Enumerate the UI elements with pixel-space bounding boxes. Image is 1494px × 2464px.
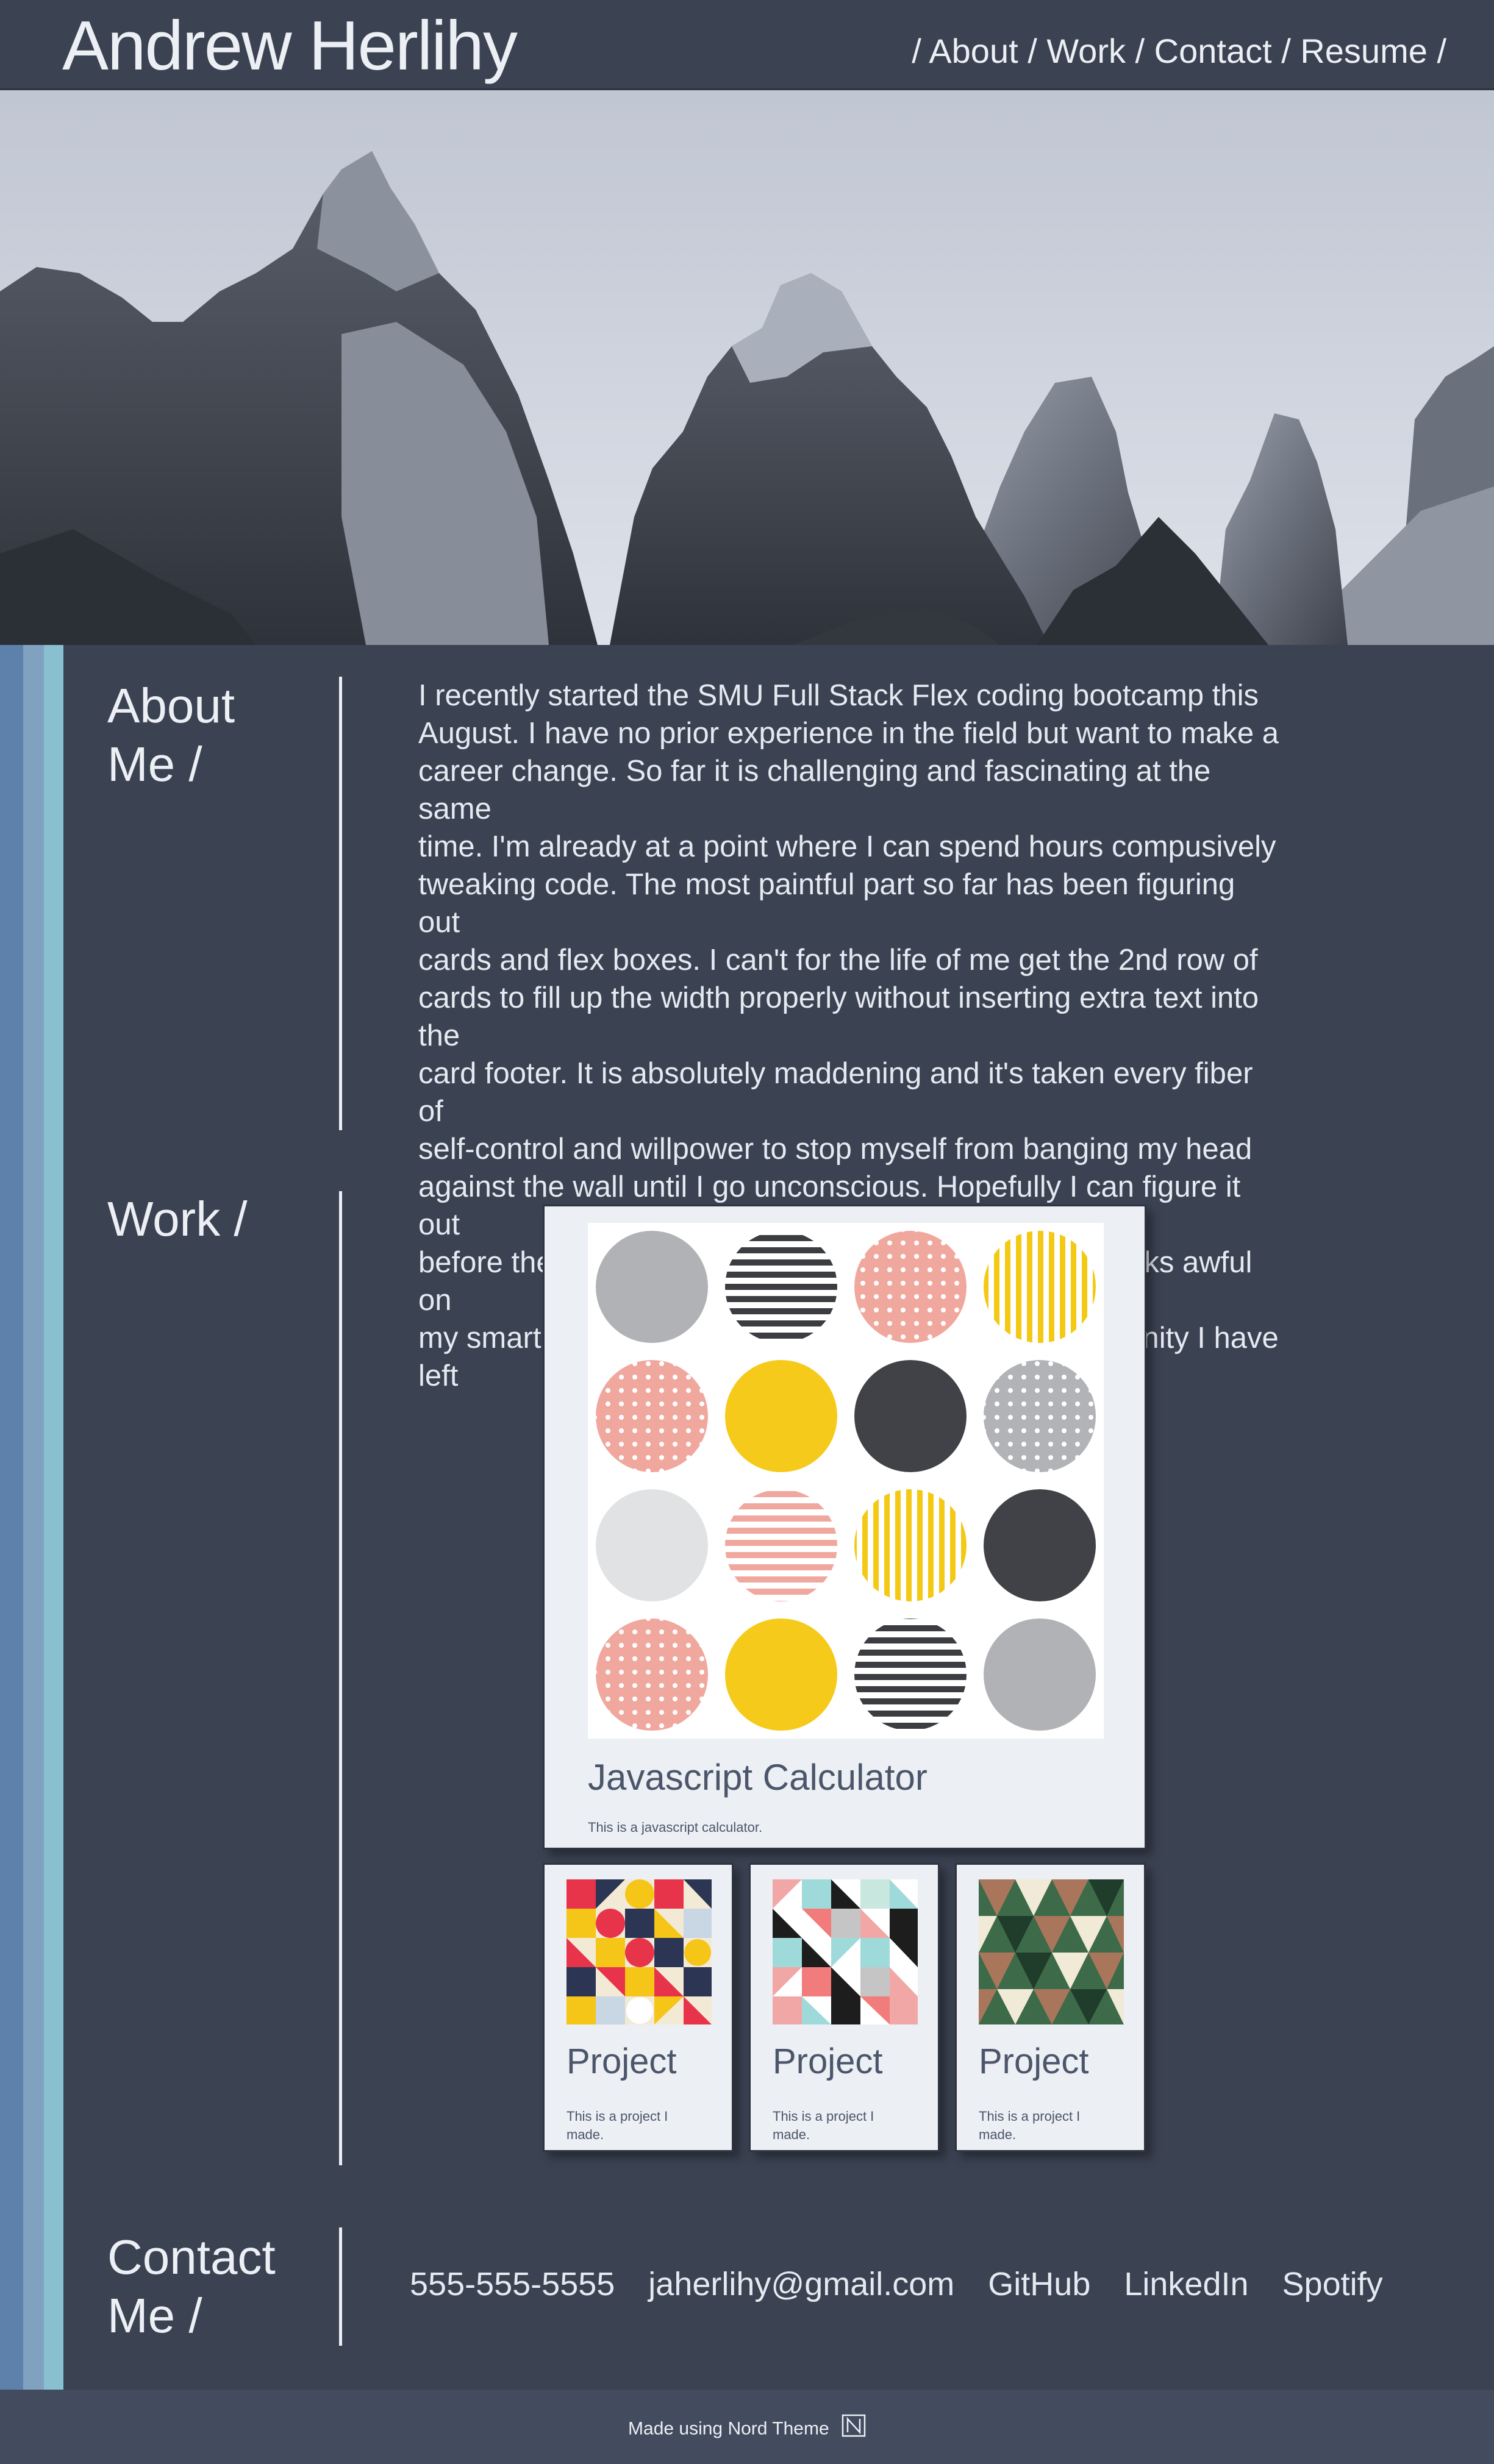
nav-separator: / xyxy=(1028,32,1037,70)
contact-links: 555-555-5555 jaherlihy@gmail.com GitHub … xyxy=(410,2257,1383,2312)
about-title-line1: About xyxy=(107,678,235,733)
card-text: This is a javascript calculator. xyxy=(588,1820,763,1835)
phone-link[interactable]: 555-555-5555 xyxy=(410,2257,615,2312)
card-text-line: made. xyxy=(979,2127,1017,2142)
decorative-stripes xyxy=(0,645,63,2390)
stripe-light-blue xyxy=(23,645,44,2390)
stripe-teal xyxy=(44,645,63,2390)
about-line: time. I'm already at a point where I can… xyxy=(418,830,1276,863)
work-section-title: Work / xyxy=(107,1192,248,1246)
hero-mountain-image xyxy=(0,90,1494,645)
card-title[interactable]: Project xyxy=(773,2040,883,2083)
about-line: August. I have no prior experience in th… xyxy=(418,717,1279,750)
nord-logo-icon[interactable] xyxy=(842,2414,866,2445)
about-line: cards to fill up the width properly with… xyxy=(418,981,1259,1052)
card-text-line: made. xyxy=(567,2127,604,2142)
email-link[interactable]: jaherlihy@gmail.com xyxy=(648,2257,954,2312)
geometric-pattern-image xyxy=(567,1879,712,2024)
github-link[interactable]: GitHub xyxy=(988,2257,1090,2312)
nav-contact-link[interactable]: Contact xyxy=(1154,32,1272,70)
contact-section-title: Contact Me / xyxy=(107,2228,321,2345)
linkedin-link[interactable]: LinkedIn xyxy=(1124,2257,1248,2312)
site-footer: Made using Nord Theme xyxy=(0,2390,1494,2464)
card-text-line: This is a project I xyxy=(773,2109,874,2124)
footer-credit: Made using Nord Theme xyxy=(0,2414,1494,2445)
card-text: This is a project I made. xyxy=(979,2107,1080,2144)
about-line: card footer. It is absolutely maddening … xyxy=(418,1057,1253,1128)
project-card-2[interactable]: Project This is a project I made. xyxy=(749,1863,940,2152)
card-title[interactable]: Javascript Calculator xyxy=(588,1755,927,1800)
card-text-line: made. xyxy=(773,2127,810,2142)
main-nav: / About / Work / Contact / Resume / xyxy=(912,27,1446,76)
card-text-line: This is a project I xyxy=(979,2109,1081,2124)
about-title-line2: Me / xyxy=(107,737,202,791)
nav-separator: / xyxy=(1135,32,1145,70)
nav-resume-link[interactable]: Resume xyxy=(1300,32,1428,70)
about-line: I recently started the SMU Full Stack Fl… xyxy=(418,679,1259,712)
site-title[interactable]: Andrew Herlihy xyxy=(62,4,518,89)
card-text: This is a project I made. xyxy=(567,2107,668,2144)
geometric-pattern-image xyxy=(979,1879,1124,2024)
about-line: career change. So far it is challenging … xyxy=(418,755,1211,825)
card-text-line: This is a project I xyxy=(567,2109,668,2124)
project-card-3[interactable]: Project This is a project I made. xyxy=(955,1863,1146,2152)
work-divider xyxy=(339,1191,342,2165)
stripe-blue xyxy=(0,645,23,2390)
card-text: This is a project I made. xyxy=(773,2107,874,2144)
spotify-link[interactable]: Spotify xyxy=(1282,2257,1383,2312)
nav-about-link[interactable]: About xyxy=(929,32,1018,70)
footer-text: Made using Nord Theme xyxy=(628,2418,829,2439)
about-divider xyxy=(339,677,342,1130)
about-line: tweaking code. The most paintful part so… xyxy=(418,868,1235,939)
contact-divider xyxy=(339,2227,342,2346)
about-line: cards and flex boxes. I can't for the li… xyxy=(418,944,1258,977)
about-line: self-control and willpower to stop mysel… xyxy=(418,1133,1253,1166)
circles-pattern-image xyxy=(588,1223,1104,1739)
site-header: Andrew Herlihy / About / Work / Contact … xyxy=(0,0,1494,90)
nav-separator: / xyxy=(1437,32,1446,70)
project-card-calculator[interactable]: Javascript Calculator This is a javascri… xyxy=(543,1205,1146,1850)
card-title[interactable]: Project xyxy=(979,2040,1089,2083)
project-card-1[interactable]: Project This is a project I made. xyxy=(543,1863,734,2152)
nord-logo-svg xyxy=(842,2414,866,2437)
card-title[interactable]: Project xyxy=(567,2040,677,2083)
about-section-title: About Me / xyxy=(107,677,321,794)
mountain-illustration xyxy=(0,90,1494,645)
contact-title-line1: Contact xyxy=(107,2230,276,2284)
nav-separator: / xyxy=(1281,32,1291,70)
contact-title-line2: Me / xyxy=(107,2288,202,2343)
geometric-pattern-image xyxy=(773,1879,918,2024)
nav-separator: / xyxy=(912,32,921,70)
nav-work-link[interactable]: Work xyxy=(1046,32,1126,70)
